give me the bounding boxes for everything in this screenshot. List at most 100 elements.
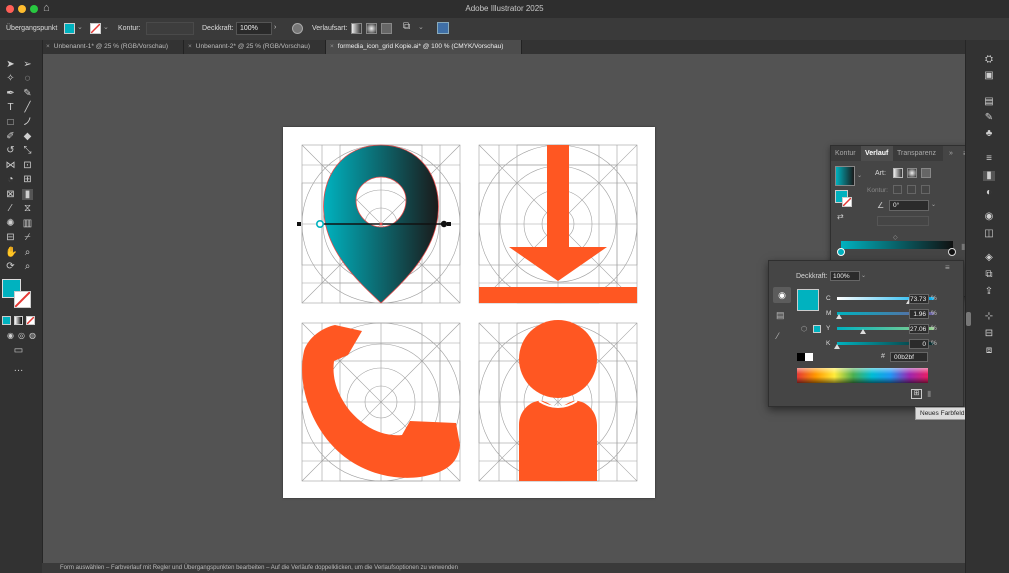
type-tool-icon[interactable]: T — [5, 102, 16, 113]
transparency-icon[interactable]: ◐ — [983, 188, 995, 198]
reverse-gradient-icon[interactable]: ⇄ — [837, 212, 844, 221]
eraser-tool-icon[interactable]: ◆ — [22, 131, 33, 142]
gradient-stop-start[interactable] — [837, 248, 845, 256]
chevron-down-icon[interactable]: ⌄ — [857, 172, 862, 179]
chevron-down-icon[interactable]: ⌄ — [931, 201, 936, 208]
vertical-scrollbar-thumb[interactable] — [966, 312, 971, 326]
fill-swatch[interactable] — [64, 23, 75, 34]
column-graph-tool-icon[interactable]: ▥ — [22, 218, 33, 229]
selection-tool-icon[interactable]: ➤ — [5, 59, 16, 70]
brushes-icon[interactable]: ✎ — [983, 113, 995, 123]
new-swatch-button[interactable]: ⊞ — [911, 389, 922, 399]
recolor-icon[interactable] — [292, 23, 303, 34]
mesh-tool-icon[interactable]: ⊠ — [5, 189, 16, 200]
appearance-icon[interactable]: ◉ — [983, 212, 995, 222]
asset-export-icon[interactable]: ⇪ — [983, 287, 995, 297]
stroke-color-swatch[interactable] — [14, 291, 31, 308]
shape-builder-tool-icon[interactable]: ◔ — [5, 174, 16, 185]
eyedropper-icon[interactable]: ⁄ — [777, 331, 779, 341]
delete-icon[interactable]: ▮ — [927, 389, 931, 398]
tab-document-2[interactable]: × Unbenannt-2* @ 25 % (RGB/Vorschau) — [184, 40, 326, 54]
chevron-down-icon[interactable]: ⌄ — [77, 23, 83, 31]
stroke-swatch[interactable] — [90, 23, 101, 34]
hand-tool-icon[interactable]: ✋ — [5, 247, 17, 258]
color-mode-icon[interactable] — [2, 316, 11, 325]
swatches-icon[interactable]: ▤ — [776, 310, 785, 321]
linear-gradient-icon[interactable] — [893, 168, 903, 178]
stroke-gradient-option-icon[interactable] — [907, 185, 916, 194]
zoom-tool-icon[interactable]: ⌕ — [22, 261, 33, 272]
midpoint-marker-icon[interactable]: ◇ — [893, 234, 898, 241]
linear-gradient-icon[interactable] — [351, 23, 362, 34]
draw-normal-icon[interactable]: ◉ — [5, 330, 16, 341]
gradient-tool-icon[interactable]: ▮ — [22, 189, 33, 200]
gradient-preview-swatch[interactable] — [835, 166, 855, 186]
location-pin-icon[interactable] — [297, 144, 461, 304]
collapse-icon[interactable]: » — [949, 150, 953, 157]
tab-document-1[interactable]: × Unbenannt-1* @ 25 % (RGB/Vorschau) — [42, 40, 184, 54]
aspect-ratio-field[interactable] — [877, 216, 929, 226]
align-icon[interactable]: ⧉ — [403, 21, 410, 32]
black-swatch[interactable] — [797, 353, 805, 361]
chevron-down-icon[interactable]: ⌄ — [861, 272, 866, 279]
tab-document-3[interactable]: × formedia_icon_grid Kopie.ai* @ 100 % (C… — [326, 40, 522, 54]
stroke-weight-field[interactable] — [146, 22, 194, 35]
radial-gradient-icon[interactable] — [907, 168, 917, 178]
perspective-grid-tool-icon[interactable]: ⊞ — [22, 174, 33, 185]
channel-value-field[interactable]: 27.06 — [909, 324, 929, 334]
magic-wand-tool-icon[interactable]: ✧ — [5, 73, 16, 84]
current-color-swatch[interactable] — [797, 289, 819, 311]
shaper-tool-icon[interactable]: ✐ — [5, 131, 16, 142]
zoom-tool-icon[interactable]: ⌕ — [22, 247, 33, 258]
line-tool-icon[interactable]: ╱ — [22, 102, 33, 113]
opacity-field[interactable]: 100% — [236, 22, 272, 35]
panel-menu-icon[interactable]: ≡ — [945, 263, 950, 272]
gradient-stop-end[interactable] — [948, 248, 956, 256]
angle-field[interactable]: 0° — [889, 200, 929, 211]
more-tools-icon[interactable]: … — [13, 363, 24, 374]
scale-tool-icon[interactable]: ⤡ — [22, 145, 33, 156]
tab-stroke[interactable]: Kontur — [831, 146, 861, 161]
close-icon[interactable]: × — [46, 43, 50, 50]
channel-slider-thumb[interactable] — [836, 314, 842, 319]
screen-mode-icon[interactable]: ▭ — [13, 345, 24, 356]
pathfinder-icon[interactable]: ⧈ — [983, 346, 995, 356]
artboards-icon[interactable]: ⧉ — [983, 270, 995, 280]
person-icon[interactable] — [478, 320, 638, 482]
freeform-gradient-icon[interactable] — [381, 23, 392, 34]
channel-slider-thumb[interactable] — [860, 329, 866, 334]
slice-tool-icon[interactable]: ⌿ — [22, 232, 33, 243]
gradient-slider[interactable] — [841, 241, 953, 249]
layers-icon[interactable]: ◈ — [983, 253, 995, 263]
transform-icon[interactable]: ⊹ — [983, 312, 995, 322]
pen-tool-icon[interactable]: ✒ — [5, 88, 16, 99]
gamut-color-swatch[interactable] — [813, 325, 821, 333]
stroke-swatch[interactable] — [842, 197, 852, 207]
direct-selection-tool-icon[interactable]: ➢ — [22, 59, 33, 70]
channel-slider-thumb[interactable] — [834, 344, 840, 349]
eyedropper-tool-icon[interactable]: ⁄ — [5, 203, 16, 214]
stroke-gradient-option-icon[interactable] — [921, 185, 930, 194]
stroke-icon[interactable]: ≡ — [983, 154, 995, 164]
download-icon[interactable] — [478, 144, 638, 304]
curvature-tool-icon[interactable]: ✎ — [22, 88, 33, 99]
chevron-down-icon[interactable]: ⌄ — [103, 23, 109, 31]
chevron-right-icon[interactable]: › — [274, 24, 276, 31]
free-transform-tool-icon[interactable]: ⊡ — [22, 160, 33, 171]
color-mode-button[interactable]: ◉ — [773, 287, 791, 303]
rectangle-tool-icon[interactable]: □ — [5, 117, 16, 128]
tab-gradient[interactable]: Verlauf — [861, 146, 893, 161]
radial-gradient-icon[interactable] — [366, 23, 377, 34]
gradient-icon[interactable]: ▮ — [983, 171, 995, 181]
chevron-down-icon[interactable]: ⌄ — [418, 23, 424, 31]
blend-tool-icon[interactable]: ⧖ — [22, 203, 33, 214]
libraries-icon[interactable]: ▣ — [983, 71, 995, 81]
channel-value-field[interactable]: 73.73 — [909, 294, 929, 304]
rotate-view-tool-icon[interactable]: ⟳ — [5, 261, 16, 272]
close-icon[interactable]: × — [330, 43, 334, 50]
channel-value-field[interactable]: 0 — [909, 339, 929, 349]
properties-icon[interactable]: ⛭ — [983, 55, 995, 65]
hex-field[interactable]: 00b2bf — [890, 352, 928, 362]
draw-inside-icon[interactable]: ◍ — [27, 330, 38, 341]
width-tool-icon[interactable]: ⋈ — [5, 160, 16, 171]
